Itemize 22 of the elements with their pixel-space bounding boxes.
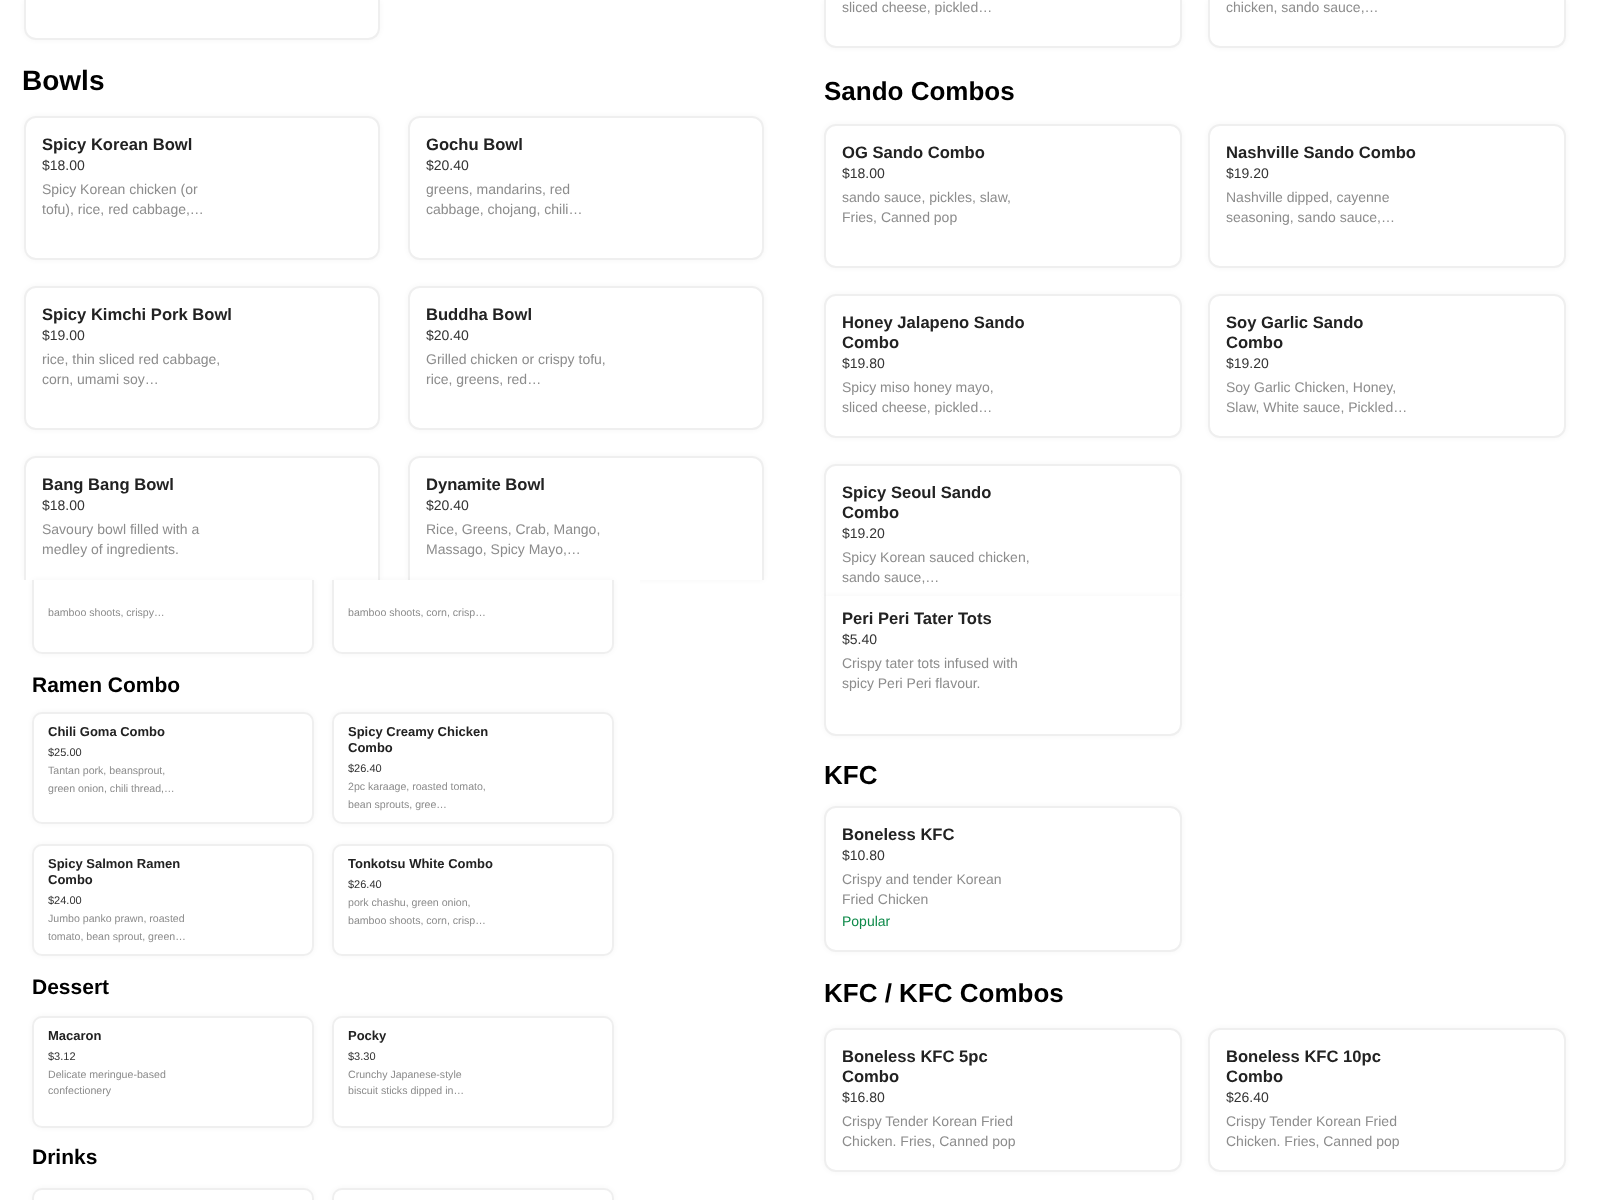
item-name: Boneless KFC 10pc Combo — [1226, 1046, 1383, 1086]
section-heading: KFC — [824, 760, 880, 792]
item-name: Peri Peri Tater Tots — [842, 608, 992, 628]
item-name: Boneless KFC 5pc Combo — [842, 1046, 990, 1086]
section-heading: Dessert — [32, 976, 112, 1002]
section-heading: Drinks — [32, 1146, 100, 1172]
item-name: Spicy Kimchi Pork Bowl — [42, 304, 232, 324]
section-heading: Sando Combos — [824, 76, 1017, 108]
item-name: Spicy Korean Bowl — [42, 134, 193, 154]
item-name: Dynamite Bowl — [426, 474, 545, 494]
item-name: Gochu Bowl — [426, 134, 523, 154]
item-name: Soy Garlic Sando Combo — [1226, 312, 1366, 352]
item-name: Bang Bang Bowl — [42, 474, 174, 494]
section-heading: KFC / KFC Combos — [824, 978, 1066, 1010]
item-name: Buddha Bowl — [426, 304, 533, 324]
section-heading: Bowls — [22, 64, 107, 98]
section-heading: Ramen Combo — [32, 673, 183, 699]
item-name: Nashville Sando Combo — [1226, 142, 1416, 162]
item-name: Boneless KFC — [842, 824, 955, 844]
item-name: Honey Jalapeno Sando Combo — [842, 312, 1027, 352]
item-name: OG Sando Combo — [842, 142, 985, 162]
item-name: Spicy Seoul Sando Combo — [842, 482, 994, 522]
